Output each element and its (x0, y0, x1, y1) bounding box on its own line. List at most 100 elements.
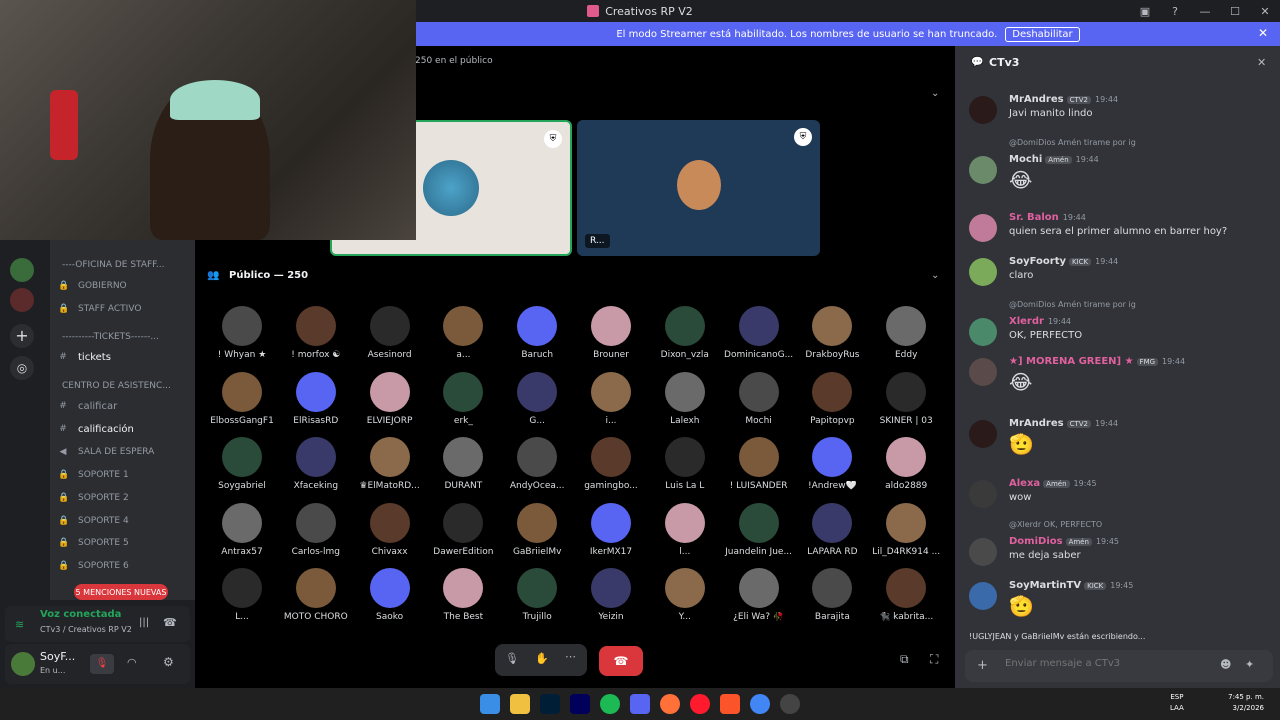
reply-preview[interactable]: @DomiDios Amén tirame por ig (1009, 138, 1136, 147)
channel-soporte-4[interactable]: 🔒 SOPORTE 4 (58, 513, 190, 529)
avatar[interactable] (969, 420, 997, 448)
message-input-box[interactable]: + ☻ ✦ (965, 650, 1273, 682)
avatar[interactable] (969, 358, 997, 386)
clock[interactable]: 7:45 p. m. 3/2/2026 (1228, 692, 1264, 714)
audience-member[interactable]: ElRisasRD (279, 371, 353, 428)
add-attachment-icon[interactable]: + (977, 658, 988, 673)
channel-soporte-5[interactable]: 🔒 SOPORTE 5 (58, 535, 190, 551)
audience-member[interactable]: Lalexh (648, 371, 722, 428)
file-explorer-icon[interactable] (510, 694, 530, 714)
voice-location[interactable]: CTv3 / Creativos RP V2 (40, 625, 132, 634)
avatar[interactable] (969, 480, 997, 508)
channel-calificacion[interactable]: # calificación (58, 421, 190, 437)
audience-member[interactable]: aldo2889 (869, 437, 943, 493)
audience-member[interactable]: Saoko (353, 568, 427, 624)
new-mentions-badge[interactable]: 5 MENCIONES NUEVAS (74, 584, 168, 600)
audience-member[interactable]: DominicanoG... (722, 306, 796, 362)
close-chat-icon[interactable]: ✕ (1257, 56, 1266, 69)
author-name[interactable]: MrAndres (1009, 418, 1064, 429)
audience-member[interactable]: Brouner (574, 306, 648, 362)
audience-member[interactable]: Luis La L (648, 437, 722, 493)
message-input[interactable] (1005, 658, 1205, 669)
disable-streamer-button[interactable]: Deshabilitar (1005, 26, 1080, 42)
category-oficina[interactable]: ----OFICINA DE STAFF... (62, 260, 164, 270)
message-author[interactable]: ★] MORENA GREEN] ★ FMG 19:44 (1009, 356, 1185, 367)
audience-member[interactable]: Yeizin (574, 568, 648, 624)
server-icon[interactable] (10, 288, 34, 312)
close-banner-icon[interactable]: ✕ (1258, 26, 1268, 40)
channel-soporte-2[interactable]: 🔒 SOPORTE 2 (58, 490, 190, 506)
audience-member[interactable]: Trujillo (500, 568, 574, 624)
audience-member[interactable]: l... (648, 502, 722, 559)
audience-member[interactable]: G... (500, 371, 574, 428)
mic-off-icon[interactable]: 🎙 (505, 652, 519, 665)
message-author[interactable]: MrAndres CTV2 19:44 (1009, 418, 1118, 429)
audience-member[interactable]: Papitopvp (795, 371, 869, 428)
audience-member[interactable]: GaBriielMv (500, 502, 574, 559)
channel-soporte-1[interactable]: 🔒 SOPORTE 1 (58, 467, 190, 483)
category-centro[interactable]: CENTRO DE ASISTENC... (62, 381, 171, 391)
chrome-icon[interactable] (750, 694, 770, 714)
author-name[interactable]: ★] MORENA GREEN] ★ (1009, 356, 1134, 367)
channel-sala-espera[interactable]: ◀ SALA DE ESPERA (58, 444, 190, 460)
audience-member[interactable]: ¿Eli Wa? 🥀 (722, 568, 796, 624)
audience-member[interactable]: DrakboyRus (795, 306, 869, 362)
noise-suppression-icon[interactable]: ||| (139, 617, 149, 628)
emoji-icon[interactable]: ✦ (1245, 658, 1254, 671)
audience-member[interactable]: Baruch (500, 306, 574, 362)
message-author[interactable]: MrAndres CTV2 19:44 (1009, 94, 1118, 105)
message-author[interactable]: SoyFoorty KICK 19:44 (1009, 256, 1118, 267)
author-name[interactable]: SoyFoorty (1009, 256, 1066, 267)
audience-member[interactable]: Barajita (795, 568, 869, 624)
headphones-icon[interactable]: ◠ (127, 656, 137, 669)
settings-app-icon[interactable] (780, 694, 800, 714)
audience-member[interactable]: SKINER | 03 (869, 371, 943, 428)
premiere-icon[interactable] (570, 694, 590, 714)
avatar[interactable] (969, 582, 997, 610)
opera-icon[interactable] (690, 694, 710, 714)
avatar[interactable] (969, 96, 997, 124)
audience-member[interactable]: Carlos-lmg (279, 502, 353, 559)
channel-gobierno[interactable]: 🔒 GOBIERNO (58, 278, 190, 294)
author-name[interactable]: Xlerdr (1009, 316, 1044, 327)
audience-member[interactable]: i... (574, 371, 648, 428)
audience-member[interactable]: 🐈‍⬛ kabrita... (869, 568, 943, 624)
audience-member[interactable]: Asesinord (353, 306, 427, 362)
photoshop-icon[interactable] (540, 694, 560, 714)
avatar[interactable] (969, 538, 997, 566)
audience-member[interactable]: Y... (648, 568, 722, 624)
audience-member[interactable]: Dixon_vzla (648, 306, 722, 362)
message-author[interactable]: Mochi Amén 19:44 (1009, 154, 1099, 165)
author-name[interactable]: SoyMartinTV (1009, 580, 1081, 591)
audience-member[interactable]: ! LUISANDER (722, 437, 796, 493)
disconnect-icon[interactable]: ☎ (163, 616, 177, 629)
audience-member[interactable]: L... (205, 568, 279, 624)
chevron-down-icon[interactable]: ⌄ (931, 88, 939, 99)
category-tickets[interactable]: ----------TICKETS------... (62, 332, 159, 342)
fullscreen-icon[interactable]: ⛶ (930, 652, 938, 667)
audience-member[interactable]: Lil_D4RK914 ... (869, 502, 943, 559)
audience-member[interactable]: IkerMX17 (574, 502, 648, 559)
audience-member[interactable]: Chivaxx (353, 502, 427, 559)
gift-icon[interactable]: ☻ (1220, 658, 1231, 671)
more-options-icon[interactable]: ⋯ (565, 650, 576, 663)
avatar[interactable] (11, 652, 35, 676)
author-name[interactable]: Mochi (1009, 154, 1042, 165)
message-author[interactable]: Xlerdr 19:44 (1009, 316, 1071, 327)
channel-staff-activo[interactable]: 🔒 STAFF ACTIVO (58, 301, 190, 317)
speaker-tile[interactable]: ⛨ R... (577, 120, 820, 256)
raise-hand-icon[interactable]: ✋ (535, 652, 549, 665)
close-window-button[interactable]: ✕ (1250, 5, 1280, 18)
mute-icon[interactable]: 🎙 (90, 654, 114, 674)
discord-icon[interactable] (630, 694, 650, 714)
audience-member[interactable]: !Andrew🤍 (795, 437, 869, 493)
message-author[interactable]: DomiDios Amén 19:45 (1009, 536, 1119, 547)
channel-soporte-6[interactable]: 🔒 SOPORTE 6 (58, 558, 190, 574)
audience-member[interactable]: Mochi (722, 371, 796, 428)
maximize-button[interactable]: ☐ (1220, 5, 1250, 18)
audience-member[interactable]: AndyOcea... (500, 437, 574, 493)
audience-member[interactable]: gamingbo... (574, 437, 648, 493)
author-name[interactable]: MrAndres (1009, 94, 1064, 105)
audience-member[interactable]: ♛ElMatoRD... (353, 437, 427, 493)
author-name[interactable]: Sr. Balon (1009, 212, 1059, 223)
